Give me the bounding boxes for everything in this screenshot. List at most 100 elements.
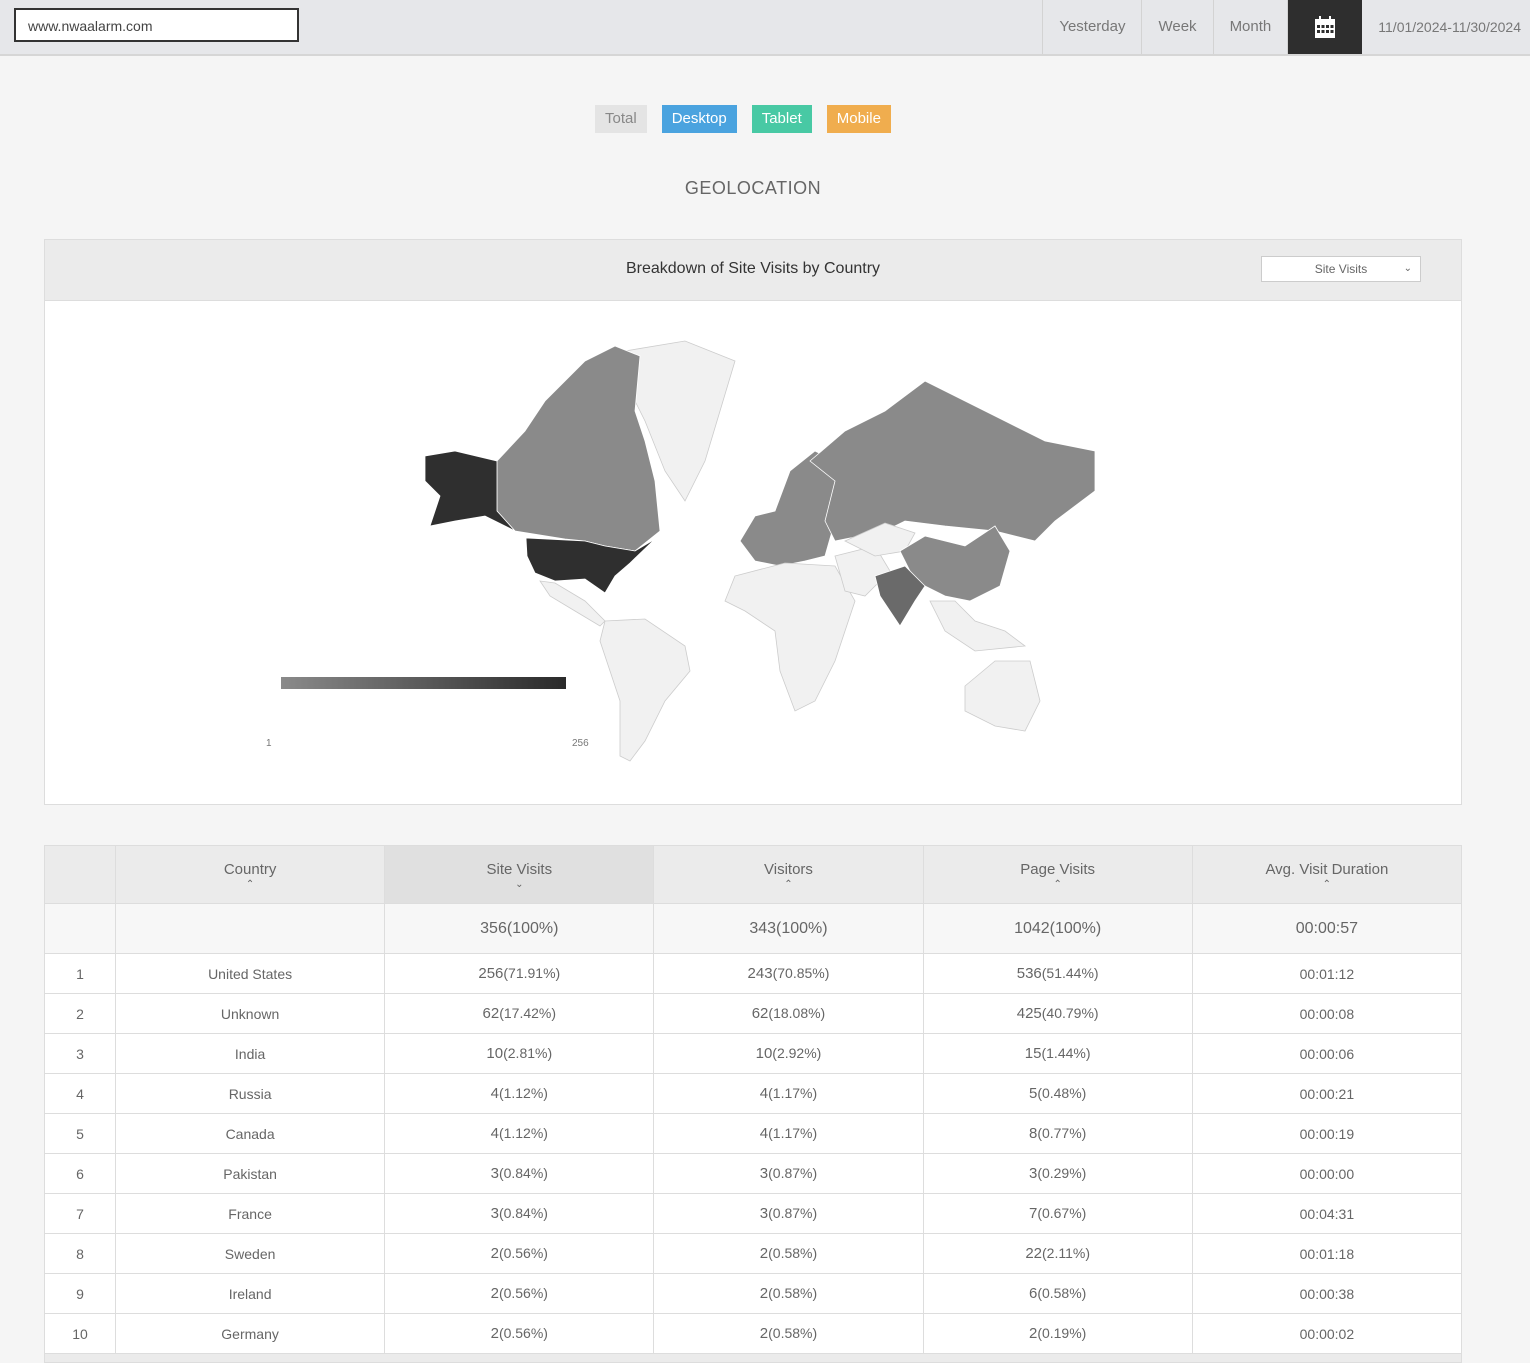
date-range-selector: Yesterday Week Month 11/01/2024-11/30/20…	[1042, 0, 1530, 54]
legend-max: 256	[572, 738, 589, 749]
site-visits: 2(0.56%)	[384, 1233, 655, 1274]
site-visits: 62(17.42%)	[384, 993, 655, 1034]
table-row: 5 Canada 4(1.12%) 4(1.17%) 8(0.77%) 00:0…	[44, 1113, 1463, 1154]
device-filters: Total Desktop Tablet Mobile	[595, 105, 891, 133]
range-yesterday-button[interactable]: Yesterday	[1042, 0, 1141, 54]
map-australia	[964, 660, 1041, 732]
map-central-america	[539, 580, 606, 627]
header-site-visits[interactable]: Site Visits ⌄	[384, 845, 655, 904]
avg-duration: 00:00:19	[1191, 1113, 1463, 1154]
visitors: 3(0.87%)	[653, 1193, 924, 1234]
panel-header: Breakdown of Site Visits by Country Site…	[45, 240, 1461, 301]
page-visits: 536(51.44%)	[922, 953, 1193, 994]
visitors: 10(2.92%)	[653, 1033, 924, 1074]
filter-tablet-button[interactable]: Tablet	[751, 105, 812, 133]
site-visits: 4(1.12%)	[384, 1073, 655, 1114]
country-name: Pakistan	[114, 1153, 386, 1194]
sort-up-icon: ⌃	[1053, 878, 1062, 890]
avg-duration: 00:00:00	[1191, 1153, 1463, 1194]
visitors: 4(1.17%)	[653, 1113, 924, 1154]
metric-select[interactable]: Site Visits ⌄	[1261, 256, 1421, 282]
map-russia	[809, 380, 1096, 542]
filter-total-button[interactable]: Total	[595, 105, 647, 133]
site-visits: 4(1.12%)	[384, 1113, 655, 1154]
avg-duration: 00:00:38	[1191, 1273, 1463, 1314]
metric-select-value: Site Visits	[1314, 262, 1368, 276]
world-map[interactable]	[45, 301, 1461, 804]
site-visits: 256(71.91%)	[384, 953, 655, 994]
header-visitors[interactable]: Visitors ⌃	[653, 845, 924, 904]
table-row: 3 India 10(2.81%) 10(2.92%) 15(1.44%) 00…	[44, 1033, 1463, 1074]
header-country[interactable]: Country ⌃	[114, 845, 386, 904]
map-southeast-asia	[929, 600, 1027, 652]
totals-row: 356(100%) 343(100%) 1042(100%) 00:00:57	[44, 903, 1463, 954]
rank: 9	[44, 1273, 116, 1314]
country-name: United States	[114, 953, 386, 994]
page-visits: 15(1.44%)	[922, 1033, 1193, 1074]
chevron-down-icon: ⌄	[1403, 263, 1412, 274]
visitors: 2(0.58%)	[653, 1273, 924, 1314]
filter-desktop-button[interactable]: Desktop	[661, 105, 737, 133]
site-visits: 2(0.56%)	[384, 1313, 655, 1354]
visitors: 2(0.58%)	[653, 1233, 924, 1274]
visitors: 243(70.85%)	[653, 953, 924, 994]
geo-map-panel: Breakdown of Site Visits by Country Site…	[44, 239, 1462, 805]
table-row: 4 Russia 4(1.12%) 4(1.17%) 5(0.48%) 00:0…	[44, 1073, 1463, 1114]
visitors: 62(18.08%)	[653, 993, 924, 1034]
page-visits: 6(0.58%)	[922, 1273, 1193, 1314]
calendar-button[interactable]	[1287, 0, 1363, 54]
total-visitors: 343(100%)	[653, 903, 924, 954]
rank: 10	[44, 1313, 116, 1354]
range-week-button[interactable]: Week	[1141, 0, 1212, 54]
table-row: 9 Ireland 2(0.56%) 2(0.58%) 6(0.58%) 00:…	[44, 1273, 1463, 1314]
page-visits: 7(0.67%)	[922, 1193, 1193, 1234]
country-name: Ireland	[114, 1273, 386, 1314]
site-visits: 2(0.56%)	[384, 1273, 655, 1314]
panel-title: Breakdown of Site Visits by Country	[625, 260, 881, 277]
page-visits: 22(2.11%)	[922, 1233, 1193, 1274]
rank: 3	[44, 1033, 116, 1074]
total-avg-duration: 00:00:57	[1191, 903, 1463, 954]
avg-duration: 00:00:21	[1191, 1073, 1463, 1114]
rank: 8	[44, 1233, 116, 1274]
visitors: 4(1.17%)	[653, 1073, 924, 1114]
table-row: 10 Germany 2(0.56%) 2(0.58%) 2(0.19%) 00…	[44, 1313, 1463, 1354]
page-visits: 5(0.48%)	[922, 1073, 1193, 1114]
map-south-america	[599, 618, 691, 762]
sort-up-icon: ⌃	[1322, 878, 1332, 890]
page-visits: 3(0.29%)	[922, 1153, 1193, 1194]
header-avg-duration[interactable]: Avg. Visit Duration ⌃	[1191, 845, 1463, 904]
filter-mobile-button[interactable]: Mobile	[826, 105, 891, 133]
rank: 1	[44, 953, 116, 994]
rank: 4	[44, 1073, 116, 1114]
page-visits: 425(40.79%)	[922, 993, 1193, 1034]
sort-up-icon: ⌃	[245, 878, 255, 890]
avg-duration: 00:00:08	[1191, 993, 1463, 1034]
top-bar: www.nwaalarm.com Yesterday Week Month 11…	[0, 0, 1530, 56]
header-page-visits[interactable]: Page Visits ⌃	[922, 845, 1193, 904]
rank: 7	[44, 1193, 116, 1234]
visitors: 3(0.87%)	[653, 1153, 924, 1194]
table-row: 8 Sweden 2(0.56%) 2(0.58%) 22(2.11%) 00:…	[44, 1233, 1463, 1274]
sort-up-icon: ⌃	[784, 878, 793, 890]
site-selector-input[interactable]: www.nwaalarm.com	[14, 8, 299, 42]
avg-duration: 00:00:06	[1191, 1033, 1463, 1074]
range-month-button[interactable]: Month	[1212, 0, 1288, 54]
date-range-display[interactable]: 11/01/2024-11/30/2024	[1362, 0, 1530, 54]
avg-duration: 00:01:12	[1191, 953, 1463, 994]
map-africa	[724, 562, 856, 712]
legend-gradient-bar	[281, 677, 566, 689]
table-row: 6 Pakistan 3(0.84%) 3(0.87%) 3(0.29%) 00…	[44, 1153, 1463, 1194]
table-row: 2 Unknown 62(17.42%) 62(18.08%) 425(40.7…	[44, 993, 1463, 1034]
country-name: India	[114, 1033, 386, 1074]
rank: 5	[44, 1113, 116, 1154]
avg-duration: 00:01:18	[1191, 1233, 1463, 1274]
sort-down-icon: ⌄	[515, 878, 524, 890]
country-table: Country ⌃ Site Visits ⌄ Visitors ⌃ Page Vis…	[44, 845, 1463, 1354]
avg-duration: 00:00:02	[1191, 1313, 1463, 1354]
country-name: Sweden	[114, 1233, 386, 1274]
site-visits: 10(2.81%)	[384, 1033, 655, 1074]
page-visits: 2(0.19%)	[922, 1313, 1193, 1354]
rank: 2	[44, 993, 116, 1034]
visitors: 2(0.58%)	[653, 1313, 924, 1354]
